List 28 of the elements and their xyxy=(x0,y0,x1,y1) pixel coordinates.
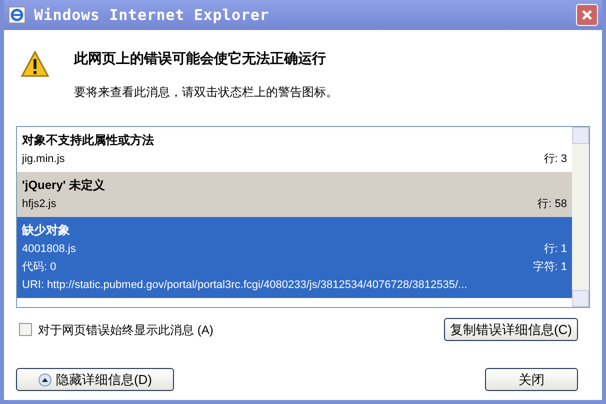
error-title: 缺少对象 xyxy=(22,222,71,239)
error-position: 行: 3 xyxy=(544,152,567,167)
error-detail: URI: http://static.pubmed.gov/portal/portal3rc.fcgi/4080233/js/3812534/4076728/3812535/... xyxy=(22,278,468,293)
browser-icon xyxy=(8,6,26,24)
copy-details-button[interactable]: 复制错误详细信息(C) xyxy=(444,318,578,341)
error-item[interactable]: 缺少对象 4001808.js 行: 1 代码: 0 字符: 1 URI: http://static.pubmed.gov/portal/portal3rc.fcgi/4080233/js/3812534/4076728/3812535/... xyxy=(17,217,572,298)
scrollbar[interactable] xyxy=(572,127,589,307)
hide-details-button[interactable]: 隐藏详细信息(D) xyxy=(16,368,174,391)
close-button[interactable] xyxy=(576,4,598,26)
error-detail: 4001808.js xyxy=(22,242,76,257)
error-heading: 此网页上的错误可能会使它无法正确运行 xyxy=(74,49,327,68)
close-icon xyxy=(581,9,593,21)
checkbox-label: 对于网页错误始终显示此消息 (A) xyxy=(38,322,214,338)
error-item[interactable]: 'jQuery' 未定义 hfjs2.js 行: 58 xyxy=(17,172,572,217)
error-position: 字符: 1 xyxy=(532,260,567,275)
warning-icon xyxy=(20,50,50,78)
window-title: Windows Internet Explorer xyxy=(34,4,270,26)
error-title: 'jQuery' 未定义 xyxy=(22,177,106,194)
checkbox[interactable] xyxy=(19,323,32,336)
error-detail: hfjs2.js xyxy=(22,197,56,212)
error-title: 对象不支持此属性或方法 xyxy=(22,132,155,149)
collapse-icon xyxy=(38,372,52,386)
error-detail: 代码: 0 xyxy=(22,260,56,275)
error-position: 行: 58 xyxy=(538,197,567,212)
close-dialog-button[interactable]: 关闭 xyxy=(485,368,578,391)
error-position: 行: 1 xyxy=(544,242,567,257)
instruction-text: 要将来查看此消息，请双击状态栏上的警告图标。 xyxy=(74,84,338,101)
error-detail: jig.min.js xyxy=(22,152,65,167)
